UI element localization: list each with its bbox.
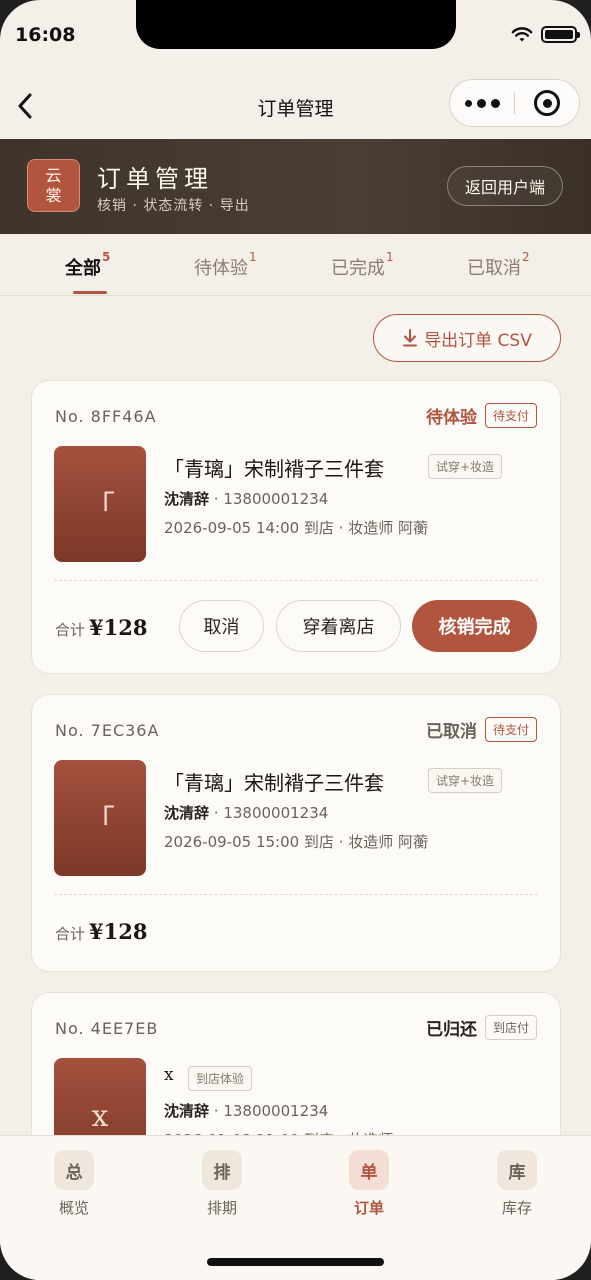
total-amount: ¥128 xyxy=(89,919,148,944)
total-amount: ¥128 xyxy=(89,615,148,640)
logo-char-top: 云 xyxy=(45,165,62,185)
brand-logo: 云 裳 xyxy=(27,159,80,212)
tabbar-orders[interactable]: 单 订单 xyxy=(329,1150,409,1218)
customer-name: 沈清辞 xyxy=(164,1102,210,1120)
schedule-icon: 排 xyxy=(202,1150,242,1190)
order-number: No. 4EE7EB xyxy=(55,1019,159,1038)
tab-label: 已完成 xyxy=(331,258,385,279)
payment-badge: 待支付 xyxy=(484,403,537,428)
notch xyxy=(136,0,456,49)
orders-icon: 单 xyxy=(349,1150,389,1190)
overview-icon: 总 xyxy=(54,1150,94,1190)
home-indicator xyxy=(207,1258,384,1266)
tabbar-label: 排期 xyxy=(206,1199,237,1217)
status-bar: 16:08 xyxy=(0,0,591,76)
tab-pending[interactable]: 待体验1 xyxy=(194,250,257,280)
phone-screen: 16:08 订单管理 云 裳 订单管理 核销 · 状态流转 · 导出 返回用户端… xyxy=(0,0,591,1280)
product-name: 「青璃」宋制褙子三件套 xyxy=(164,457,384,481)
tab-completed[interactable]: 已完成1 xyxy=(331,250,394,280)
export-label: 导出订单 CSV xyxy=(424,330,532,351)
tabbar-inventory[interactable]: 库 库存 xyxy=(477,1150,557,1218)
tabbar-schedule[interactable]: 排 排期 xyxy=(182,1150,262,1218)
order-number: No. 8FF46A xyxy=(55,407,157,426)
customer-name: 沈清辞 xyxy=(164,804,210,822)
customer-info: 沈清辞 · 13800001234 xyxy=(164,488,328,509)
customer-phone: · 13800001234 xyxy=(213,804,329,822)
order-status-area: 已归还 到店付 xyxy=(426,1015,537,1040)
nav-bar: 订单管理 xyxy=(0,76,591,138)
status-time: 16:08 xyxy=(15,24,76,46)
tabbar-label: 概览 xyxy=(58,1199,89,1217)
order-status: 待体验 xyxy=(425,408,477,428)
product-name: 「青璃」宋制褙子三件套 xyxy=(164,771,384,795)
product-thumbnail: 「 xyxy=(54,446,146,562)
active-tab-indicator xyxy=(73,291,107,294)
more-menu-button[interactable] xyxy=(450,80,514,126)
customer-name: 沈清辞 xyxy=(164,490,210,508)
close-mini-program-button[interactable] xyxy=(515,80,579,126)
tabbar-label: 库存 xyxy=(501,1199,532,1217)
logo-char-bottom: 裳 xyxy=(45,185,62,205)
mini-program-capsule xyxy=(449,79,580,127)
verify-complete-button[interactable]: 核销完成 xyxy=(412,600,537,652)
order-status-area: 已取消 待支付 xyxy=(426,717,537,742)
order-card[interactable]: No. 7EC36A 已取消 待支付 「 「青璃」宋制褙子三件套 试穿+妆造 沈… xyxy=(31,694,561,972)
wifi-icon xyxy=(511,26,533,41)
tabbar-label: 订单 xyxy=(353,1199,384,1217)
inventory-icon: 库 xyxy=(497,1150,537,1190)
return-to-user-button[interactable]: 返回用户端 xyxy=(446,166,563,206)
service-tag: 试穿+妆造 xyxy=(428,768,503,793)
battery-icon xyxy=(541,26,580,43)
appointment-info: 2026-09-05 15:00 到店 · 妆造师 阿蘅 xyxy=(164,833,429,851)
tab-count: 1 xyxy=(386,250,394,264)
order-filter-tabs: 全部5 待体验1 已完成1 已取消2 xyxy=(0,234,591,296)
tab-label: 待体验 xyxy=(194,258,248,279)
customer-info: 沈清辞 · 13800001234 xyxy=(164,1100,328,1121)
order-number: No. 7EC36A xyxy=(55,721,160,740)
total-label: 合计 xyxy=(55,621,86,639)
order-total: 合计 ¥128 xyxy=(55,615,147,640)
payment-badge: 待支付 xyxy=(484,717,537,742)
customer-phone: · 13800001234 xyxy=(213,1102,329,1120)
order-total: 合计 ¥128 xyxy=(55,919,147,944)
wear-out-button[interactable]: 穿着离店 xyxy=(276,600,401,652)
payment-badge: 到店付 xyxy=(484,1015,537,1040)
service-tag: 到店体验 xyxy=(188,1066,253,1091)
customer-info: 沈清辞 · 13800001234 xyxy=(164,802,328,823)
tab-all[interactable]: 全部5 xyxy=(65,250,110,280)
service-tag: 试穿+妆造 xyxy=(428,454,503,479)
banner-title: 订单管理 xyxy=(97,165,213,193)
order-card[interactable]: No. 8FF46A 待体验 待支付 「 「青璃」宋制褙子三件套 试穿+妆造 沈… xyxy=(31,380,561,674)
tab-count: 1 xyxy=(249,250,257,264)
tabbar-overview[interactable]: 总 概览 xyxy=(34,1150,114,1218)
target-close-icon xyxy=(534,90,560,116)
order-status: 已取消 xyxy=(425,722,477,742)
tab-cancelled[interactable]: 已取消2 xyxy=(467,250,530,280)
cancel-order-button[interactable]: 取消 xyxy=(179,600,264,652)
export-csv-button[interactable]: 导出订单 CSV xyxy=(373,314,561,362)
total-label: 合计 xyxy=(55,925,86,943)
customer-phone: · 13800001234 xyxy=(213,490,329,508)
tab-label: 已取消 xyxy=(467,258,521,279)
status-icons xyxy=(511,26,580,43)
product-name: x xyxy=(164,1065,174,1085)
tab-count: 2 xyxy=(522,250,530,264)
more-dots-icon xyxy=(464,99,472,107)
download-icon xyxy=(403,329,418,347)
card-divider xyxy=(54,894,538,895)
tab-count: 5 xyxy=(102,250,111,264)
appointment-info: 2026-09-05 14:00 到店 · 妆造师 阿蘅 xyxy=(164,519,429,537)
order-status-area: 待体验 待支付 xyxy=(426,403,537,428)
tab-label: 全部 xyxy=(65,258,101,279)
card-divider xyxy=(54,580,538,581)
banner-subtitle: 核销 · 状态流转 · 导出 xyxy=(97,198,250,214)
product-thumbnail: 「 xyxy=(54,760,146,876)
header-banner: 云 裳 订单管理 核销 · 状态流转 · 导出 返回用户端 xyxy=(0,139,591,234)
order-status: 已归还 xyxy=(425,1020,477,1040)
